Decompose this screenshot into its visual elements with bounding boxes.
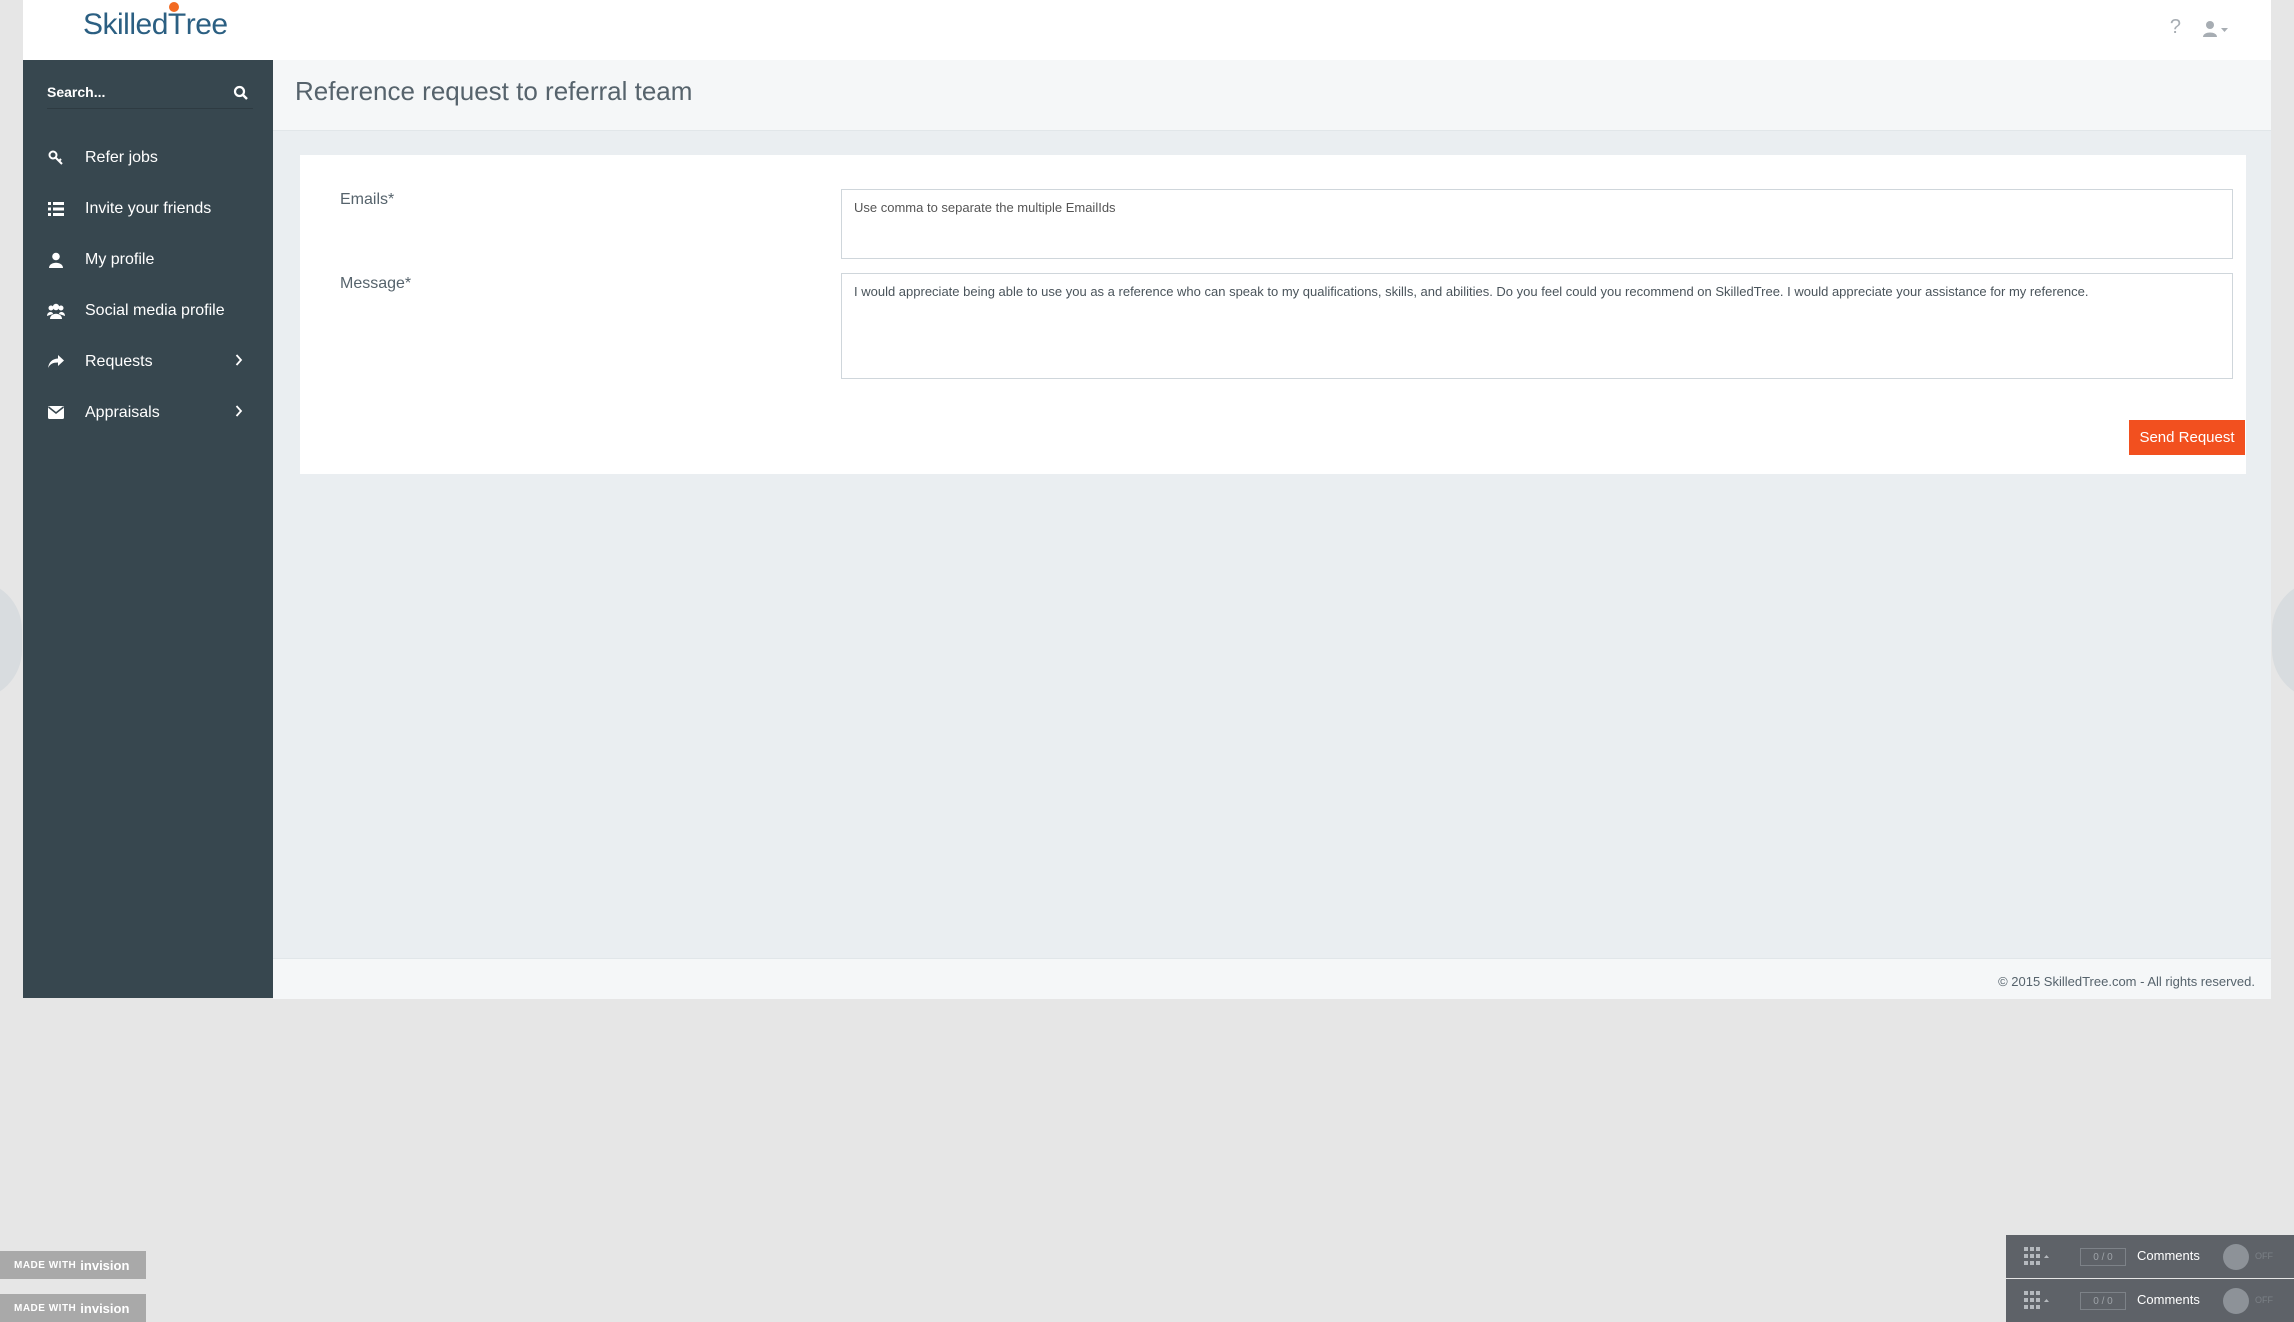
list-icon xyxy=(47,200,65,218)
emails-field[interactable] xyxy=(841,189,2233,259)
sidebar-item-requests[interactable]: Requests xyxy=(23,336,273,387)
users-icon xyxy=(47,302,65,320)
sidebar-item-label: Social media profile xyxy=(85,301,225,319)
made-with-invision-badge[interactable]: MADE WITH invision xyxy=(0,1294,146,1322)
message-field[interactable]: I would appreciate being able to use you… xyxy=(841,273,2233,379)
copyright-text: © 2015 SkilledTree.com - All rights rese… xyxy=(1998,974,2255,989)
toggle-knob xyxy=(2223,1288,2249,1314)
sidebar-item-label: Invite your friends xyxy=(85,199,212,217)
emails-label: Emails* xyxy=(340,191,395,208)
envelope-icon xyxy=(47,404,65,422)
invision-logo: invision xyxy=(80,1300,130,1316)
search-icon[interactable] xyxy=(233,85,249,101)
key-icon xyxy=(47,149,65,167)
send-request-button[interactable]: Send Request xyxy=(2129,420,2245,455)
comment-counter: 0 / 0 xyxy=(2080,1248,2126,1266)
sidebar-item-label: Refer jobs xyxy=(85,148,158,166)
user-menu-icon[interactable] xyxy=(2201,18,2231,42)
message-label: Message* xyxy=(340,275,412,292)
comments-toggle[interactable]: OFF xyxy=(2223,1288,2279,1314)
reference-request-form: Emails* Message* I would appreciate bein… xyxy=(300,155,2246,474)
search-input[interactable] xyxy=(47,78,217,106)
toggle-state-label: OFF xyxy=(2255,1295,2273,1305)
logo-text-primary: Skilled xyxy=(83,8,168,41)
sidebar-item-social-media-profile[interactable]: Social media profile xyxy=(23,285,273,336)
next-screen-arrow[interactable] xyxy=(2272,580,2294,700)
search-box xyxy=(47,78,253,109)
footer: © 2015 SkilledTree.com - All rights rese… xyxy=(273,958,2271,999)
user-icon xyxy=(47,251,65,269)
invision-comments-bar: 0 / 0 Comments OFF xyxy=(2006,1235,2294,1278)
invision-comments-bar: 0 / 0 Comments OFF xyxy=(2006,1279,2294,1322)
chevron-right-icon xyxy=(235,353,243,371)
logo[interactable]: SkilledT ree xyxy=(83,2,228,42)
page-header: Reference request to referral team xyxy=(273,60,2271,131)
made-with-invision-badge[interactable]: MADE WITH invision xyxy=(0,1251,146,1279)
sidebar: Refer jobs Invite your friends My profil… xyxy=(23,60,273,998)
sidebar-item-label: Requests xyxy=(85,352,153,370)
sidebar-item-label: Appraisals xyxy=(85,403,160,421)
top-bar: SkilledT ree ? xyxy=(23,0,2271,61)
badge-text: MADE WITH xyxy=(14,1259,77,1271)
sidebar-nav: Refer jobs Invite your friends My profil… xyxy=(23,132,273,438)
toggle-knob xyxy=(2223,1244,2249,1270)
page-title: Reference request to referral team xyxy=(295,76,693,106)
sidebar-item-label: My profile xyxy=(85,250,155,268)
sidebar-item-appraisals[interactable]: Appraisals xyxy=(23,387,273,438)
logo-text-secondary: ree xyxy=(185,8,228,41)
sidebar-item-refer-jobs[interactable]: Refer jobs xyxy=(23,132,273,183)
sidebar-item-invite-friends[interactable]: Invite your friends xyxy=(23,183,273,234)
comments-label: Comments xyxy=(2137,1248,2200,1263)
logo-tree-glyph: T xyxy=(168,2,186,42)
badge-text: MADE WITH xyxy=(14,1302,77,1314)
invision-logo: invision xyxy=(80,1257,130,1273)
grid-menu-icon[interactable] xyxy=(2024,1291,2050,1309)
grid-menu-icon[interactable] xyxy=(2024,1247,2050,1265)
comments-label: Comments xyxy=(2137,1292,2200,1307)
chevron-right-icon xyxy=(235,404,243,422)
comments-toggle[interactable]: OFF xyxy=(2223,1244,2279,1270)
logo-person-icon xyxy=(168,2,179,12)
app-window: SkilledTree ? Refer jobs xyxy=(23,0,2271,999)
prev-screen-arrow[interactable] xyxy=(0,580,22,700)
toggle-state-label: OFF xyxy=(2255,1251,2273,1261)
comment-counter: 0 / 0 xyxy=(2080,1292,2126,1310)
sidebar-item-my-profile[interactable]: My profile xyxy=(23,234,273,285)
help-icon[interactable]: ? xyxy=(2170,16,2181,39)
share-icon xyxy=(47,353,65,371)
main-content: Reference request to referral team Email… xyxy=(273,60,2271,999)
